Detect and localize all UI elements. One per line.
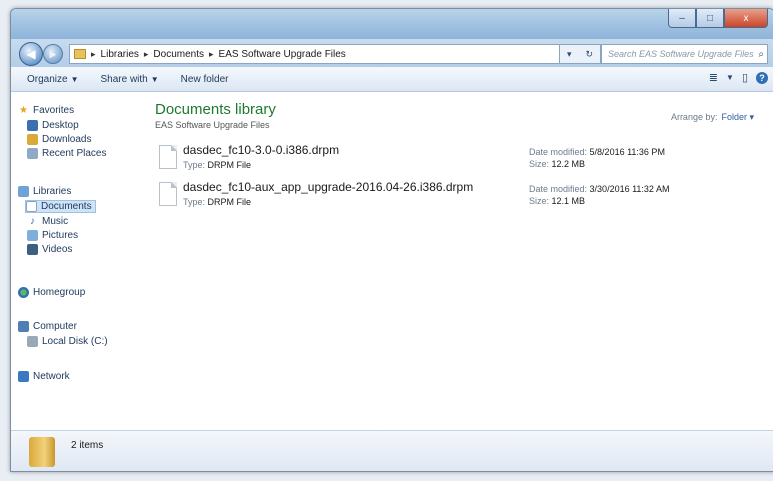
nav-documents-label: Documents <box>41 201 92 212</box>
breadcrumb-documents[interactable]: Documents <box>153 49 204 60</box>
nav-videos[interactable]: Videos <box>27 244 72 255</box>
item-count: 2 items <box>71 440 104 451</box>
address-dropdown-icon[interactable]: ▾ <box>567 49 572 60</box>
file-name[interactable]: dasdec_fc10-aux_app_upgrade-2016.04-26.i… <box>183 180 473 194</box>
file-icon <box>159 145 177 169</box>
folder-icon <box>74 49 86 59</box>
explorer-window: – □ x ◀ ▶ ▸ Libraries ▸ Documents ▸ EAS … <box>10 8 773 472</box>
nav-pictures[interactable]: Pictures <box>27 230 78 241</box>
back-arrow-icon: ◀ <box>26 47 36 61</box>
nav-network[interactable]: Network <box>18 371 70 382</box>
libraries-icon <box>18 186 29 197</box>
change-view-icon[interactable]: ≣ <box>709 71 718 84</box>
file-row[interactable]: dasdec_fc10-3.0-0.i386.drpm Type: DRPM F… <box>159 143 759 175</box>
help-icon[interactable]: ? <box>756 71 768 84</box>
chevron-down-icon[interactable]: ▼ <box>726 73 734 82</box>
pictures-icon <box>27 230 38 241</box>
preview-pane-icon[interactable]: ▯ <box>742 71 748 84</box>
nav-recent-places-label: Recent Places <box>42 148 107 159</box>
maximize-button[interactable]: □ <box>696 9 724 28</box>
share-with-button[interactable]: Share with ▼ <box>95 74 165 85</box>
title-bar: – □ x <box>11 9 773 39</box>
computer-icon <box>18 321 29 332</box>
nav-downloads-label: Downloads <box>42 134 92 145</box>
forward-arrow-icon: ▶ <box>49 48 57 59</box>
address-bar[interactable]: ▸ Libraries ▸ Documents ▸ EAS Software U… <box>69 44 561 64</box>
file-icon <box>159 182 177 206</box>
address-row: ◀ ▶ ▸ Libraries ▸ Documents ▸ EAS Softwa… <box>11 39 773 67</box>
nav-favorites-label: Favorites <box>33 105 75 116</box>
file-size: Size: 12.2 MB <box>529 159 586 169</box>
search-input[interactable]: Search EAS Software Upgrade Files <box>608 49 758 59</box>
file-row[interactable]: dasdec_fc10-aux_app_upgrade-2016.04-26.i… <box>159 180 759 212</box>
folder-icon <box>29 437 55 467</box>
caption-buttons: – □ x <box>668 9 768 28</box>
documents-icon <box>26 201 37 212</box>
nav-pictures-label: Pictures <box>42 230 79 241</box>
refresh-icon[interactable]: ↻ <box>585 49 593 60</box>
network-icon <box>18 371 29 382</box>
file-date-modified: Date modified: 3/30/2016 11:32 AM <box>529 184 670 194</box>
drive-icon <box>27 336 38 347</box>
videos-icon <box>27 244 38 255</box>
arrange-by-value[interactable]: Folder ▾ <box>721 112 754 122</box>
nav-music[interactable]: ♪ Music <box>27 216 68 227</box>
organize-button[interactable]: Organize ▼ <box>21 74 85 85</box>
chevron-down-icon: ▼ <box>70 74 79 84</box>
file-type: Type: DRPM File <box>183 160 252 170</box>
arrange-by-label: Arrange by: <box>670 112 718 122</box>
nav-libraries-label: Libraries <box>33 186 72 197</box>
nav-network-label: Network <box>33 371 70 382</box>
nav-desktop-label: Desktop <box>42 120 79 131</box>
chevron-right-icon: ▸ <box>91 48 96 59</box>
search-box[interactable]: Search EAS Software Upgrade Files ⌕ <box>601 44 768 64</box>
nav-homegroup-label: Homegroup <box>33 287 86 298</box>
back-button[interactable]: ◀ <box>19 42 43 66</box>
breadcrumb-current[interactable]: EAS Software Upgrade Files <box>219 49 346 60</box>
file-list-pane: Documents library EAS Software Upgrade F… <box>145 92 773 431</box>
share-with-label: Share with <box>100 73 148 85</box>
nav-desktop[interactable]: Desktop <box>27 120 79 131</box>
nav-downloads[interactable]: Downloads <box>27 134 91 145</box>
nav-local-disk-label: Local Disk (C:) <box>42 336 108 347</box>
new-folder-button[interactable]: New folder <box>175 74 235 85</box>
file-size: Size: 12.1 MB <box>529 196 586 206</box>
file-date-modified: Date modified: 5/8/2016 11:36 PM <box>529 147 665 157</box>
view-controls: ≣ ▼ ▯ ? <box>709 71 768 84</box>
nav-recent-places[interactable]: Recent Places <box>27 148 106 159</box>
breadcrumb-libraries[interactable]: Libraries <box>101 49 139 60</box>
command-bar: Organize ▼ Share with ▼ New folder ≣ ▼ ▯ ? <box>11 67 773 92</box>
chevron-right-icon: ▸ <box>209 48 214 59</box>
minimize-button[interactable]: – <box>668 9 696 28</box>
details-pane: 2 items <box>11 430 773 471</box>
search-icon[interactable]: ⌕ <box>758 49 764 60</box>
nav-documents[interactable]: Documents <box>25 200 96 213</box>
nav-computer-label: Computer <box>33 321 77 332</box>
nav-libraries[interactable]: Libraries <box>18 186 71 197</box>
downloads-icon <box>27 134 38 145</box>
desktop-icon <box>27 120 38 131</box>
chevron-down-icon: ▼ <box>150 74 159 84</box>
nav-videos-label: Videos <box>42 244 73 255</box>
nav-music-label: Music <box>42 216 69 227</box>
nav-homegroup[interactable]: Homegroup <box>18 287 85 298</box>
library-title: Documents library <box>155 101 276 118</box>
forward-button[interactable]: ▶ <box>43 44 63 64</box>
organize-label: Organize <box>27 73 68 85</box>
close-button[interactable]: x <box>724 9 768 28</box>
arrange-by[interactable]: Arrange by: Folder ▾ <box>671 112 754 123</box>
recent-places-icon <box>27 148 38 159</box>
navigation-pane: ★ Favorites Desktop Downloads Recent Pla… <box>11 92 145 431</box>
homegroup-icon <box>18 287 29 298</box>
chevron-right-icon: ▸ <box>143 48 149 59</box>
nav-local-disk[interactable]: Local Disk (C:) <box>27 336 108 347</box>
library-subtitle: EAS Software Upgrade Files <box>155 120 270 130</box>
file-type: Type: DRPM File <box>183 197 252 207</box>
nav-computer[interactable]: Computer <box>18 321 77 332</box>
nav-favorites[interactable]: ★ Favorites <box>18 105 74 116</box>
music-icon: ♪ <box>30 216 35 227</box>
address-controls: ▾ ↻ <box>559 44 601 64</box>
star-icon: ★ <box>19 105 28 116</box>
file-name[interactable]: dasdec_fc10-3.0-0.i386.drpm <box>183 143 339 157</box>
